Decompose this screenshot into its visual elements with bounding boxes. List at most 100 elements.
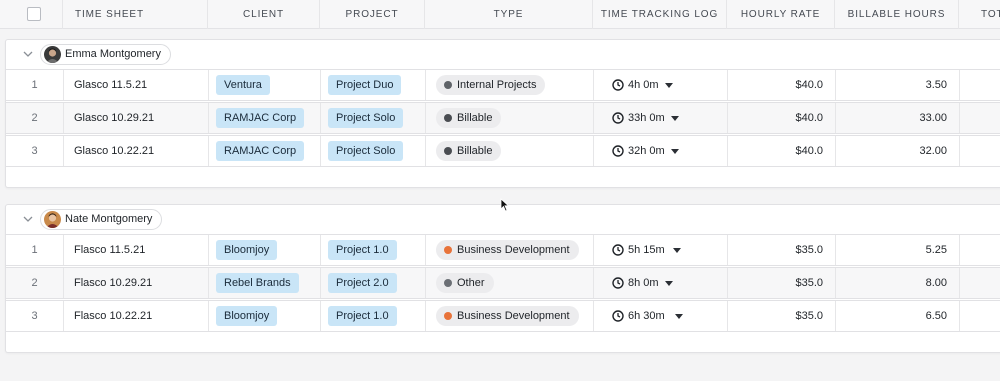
project-tag[interactable]: Project 1.0	[328, 240, 397, 260]
billable-hours: 33.00	[836, 103, 960, 133]
time-sheet-name[interactable]: Glasco 10.22.21	[64, 136, 209, 166]
user-name: Emma Montgomery	[65, 48, 161, 60]
client-cell[interactable]: RAMJAC Corp	[209, 136, 321, 166]
project-tag[interactable]: Project Solo	[328, 141, 404, 161]
select-all-cell	[0, 0, 63, 29]
billable-hours: 8.00	[836, 268, 960, 298]
client-tag[interactable]: RAMJAC Corp	[216, 108, 305, 128]
clock-icon	[612, 79, 624, 91]
clock-icon	[612, 145, 624, 157]
column-header-hourly-rate[interactable]: HOURLY RATE	[727, 0, 835, 29]
time-sheet-name[interactable]: Flasco 10.29.21	[64, 268, 209, 298]
column-header-project[interactable]: PROJECT	[320, 0, 425, 29]
table-row[interactable]: 2 Flasco 10.29.21 Rebel Brands Project 2…	[5, 267, 1000, 299]
caret-down-icon[interactable]	[673, 248, 681, 253]
caret-down-icon[interactable]	[665, 281, 673, 286]
type-label: Business Development	[457, 244, 570, 256]
clock-icon	[612, 112, 624, 124]
select-all-checkbox[interactable]	[27, 7, 41, 21]
type-pill[interactable]: Billable	[436, 141, 502, 161]
table-row[interactable]: 1 Flasco 11.5.21 Bloomjoy Project 1.0 Bu…	[5, 234, 1000, 266]
type-cell[interactable]: Other	[426, 268, 594, 298]
client-tag[interactable]: Bloomjoy	[216, 240, 278, 260]
type-dot	[444, 246, 452, 254]
type-pill[interactable]: Business Development	[436, 240, 579, 260]
user-pill[interactable]: Emma Montgomery	[40, 44, 171, 65]
hourly-rate: $35.0	[728, 235, 836, 265]
caret-down-icon[interactable]	[671, 116, 679, 121]
column-header-total[interactable]: TOT	[959, 0, 1000, 29]
row-number: 1	[6, 70, 64, 100]
client-tag[interactable]: Bloomjoy	[216, 306, 278, 326]
client-cell[interactable]: Rebel Brands	[209, 268, 321, 298]
time-sheet-name[interactable]: Glasco 10.29.21	[64, 103, 209, 133]
type-pill[interactable]: Billable	[436, 108, 502, 128]
chevron-down-icon[interactable]	[21, 212, 35, 226]
client-cell[interactable]: Bloomjoy	[209, 235, 321, 265]
time-log-cell[interactable]: 4h 0m	[594, 70, 728, 100]
project-tag[interactable]: Project Duo	[328, 75, 402, 95]
type-pill[interactable]: Business Development	[436, 306, 579, 326]
avatar	[44, 46, 61, 63]
client-cell[interactable]: Bloomjoy	[209, 301, 321, 331]
time-log-cell[interactable]: 6h 30m	[594, 301, 728, 331]
client-tag[interactable]: Rebel Brands	[216, 273, 299, 293]
column-header-client[interactable]: CLIENT	[208, 0, 320, 29]
avatar	[44, 211, 61, 228]
group-header: Emma Montgomery	[6, 40, 1000, 68]
time-sheet-name[interactable]: Flasco 10.22.21	[64, 301, 209, 331]
user-name: Nate Montgomery	[65, 213, 153, 225]
column-header-time-sheet[interactable]: TIME SHEET	[63, 0, 208, 29]
time-log-value: 33h 0m	[628, 112, 665, 124]
time-log-cell[interactable]: 33h 0m	[594, 103, 728, 133]
project-tag[interactable]: Project Solo	[328, 108, 404, 128]
row-number: 2	[6, 268, 64, 298]
user-pill[interactable]: Nate Montgomery	[40, 209, 163, 230]
type-label: Billable	[457, 145, 493, 157]
client-tag[interactable]: Ventura	[216, 75, 270, 95]
type-cell[interactable]: Business Development	[426, 301, 594, 331]
type-pill[interactable]: Other	[436, 273, 494, 293]
caret-down-icon[interactable]	[671, 149, 679, 154]
time-log-cell[interactable]: 8h 0m	[594, 268, 728, 298]
project-cell[interactable]: Project Solo	[321, 136, 426, 166]
project-cell[interactable]: Project 2.0	[321, 268, 426, 298]
type-cell[interactable]: Internal Projects	[426, 70, 594, 100]
caret-down-icon[interactable]	[665, 83, 673, 88]
type-dot	[444, 114, 452, 122]
project-cell[interactable]: Project Duo	[321, 70, 426, 100]
type-label: Business Development	[457, 310, 570, 322]
time-sheet-name[interactable]: Flasco 11.5.21	[64, 235, 209, 265]
project-tag[interactable]: Project 2.0	[328, 273, 397, 293]
time-log-value: 8h 0m	[628, 277, 659, 289]
type-cell[interactable]: Billable	[426, 103, 594, 133]
chevron-down-icon[interactable]	[21, 47, 35, 61]
table-row[interactable]: 1 Glasco 11.5.21 Ventura Project Duo Int…	[5, 69, 1000, 101]
project-cell[interactable]: Project Solo	[321, 103, 426, 133]
table-row[interactable]: 3 Flasco 10.22.21 Bloomjoy Project 1.0 B…	[5, 300, 1000, 332]
table-row[interactable]: 3 Glasco 10.22.21 RAMJAC Corp Project So…	[5, 135, 1000, 167]
project-tag[interactable]: Project 1.0	[328, 306, 397, 326]
client-cell[interactable]: RAMJAC Corp	[209, 103, 321, 133]
time-log-value: 5h 15m	[628, 244, 665, 256]
time-log-cell[interactable]: 5h 15m	[594, 235, 728, 265]
caret-down-icon[interactable]	[675, 314, 683, 319]
type-cell[interactable]: Business Development	[426, 235, 594, 265]
project-cell[interactable]: Project 1.0	[321, 235, 426, 265]
hourly-rate: $40.0	[728, 103, 836, 133]
time-log-value: 32h 0m	[628, 145, 665, 157]
time-sheet-name[interactable]: Glasco 11.5.21	[64, 70, 209, 100]
client-tag[interactable]: RAMJAC Corp	[216, 141, 305, 161]
column-header-billable-hours[interactable]: BILLABLE HOURS	[835, 0, 959, 29]
column-header-type[interactable]: TYPE	[425, 0, 593, 29]
project-cell[interactable]: Project 1.0	[321, 301, 426, 331]
mouse-cursor-icon	[500, 198, 510, 212]
type-label: Other	[457, 277, 485, 289]
column-header-time-tracking-log[interactable]: TIME TRACKING LOG	[593, 0, 727, 29]
table-header: TIME SHEET CLIENT PROJECT TYPE TIME TRAC…	[0, 0, 1000, 29]
time-log-cell[interactable]: 32h 0m	[594, 136, 728, 166]
type-cell[interactable]: Billable	[426, 136, 594, 166]
type-pill[interactable]: Internal Projects	[436, 75, 546, 95]
table-row[interactable]: 2 Glasco 10.29.21 RAMJAC Corp Project So…	[5, 102, 1000, 134]
client-cell[interactable]: Ventura	[209, 70, 321, 100]
